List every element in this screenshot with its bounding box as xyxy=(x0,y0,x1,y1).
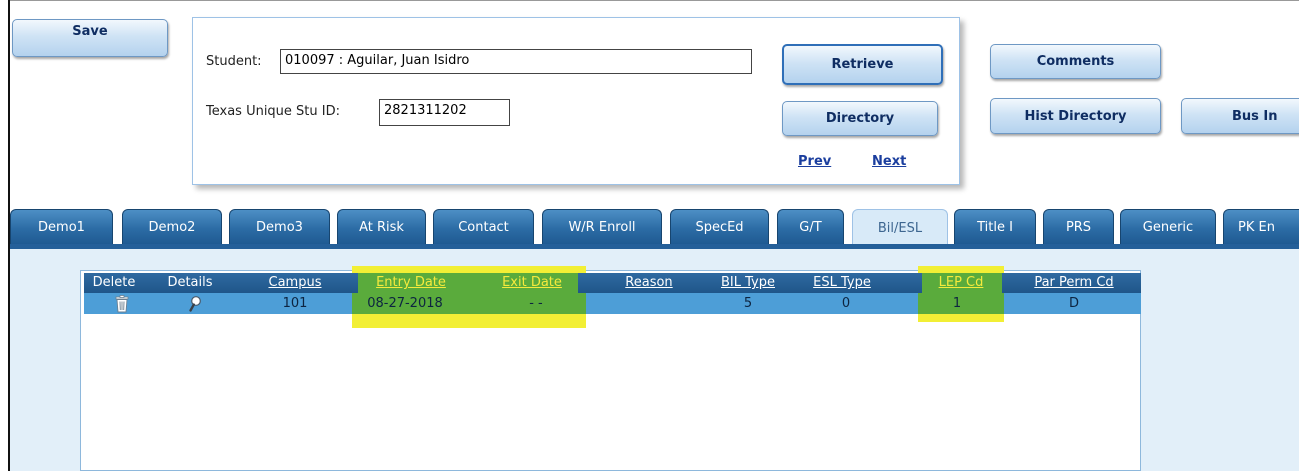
window-top-border xyxy=(8,0,1299,1)
directory-button[interactable]: Directory xyxy=(782,101,938,136)
magnifier-icon[interactable] xyxy=(188,295,204,313)
retrieve-button[interactable]: Retrieve xyxy=(782,44,943,85)
reason-cell xyxy=(614,293,684,314)
column-header-campus[interactable]: Campus xyxy=(260,273,330,293)
par-perm-cd-cell: D xyxy=(1068,296,1079,311)
column-header-lep-cd[interactable]: LEP Cd xyxy=(926,273,996,293)
esl-type-cell: 0 xyxy=(841,296,851,311)
column-header-bil-type[interactable]: BIL Type xyxy=(708,273,788,293)
tab-demo1[interactable]: Demo1 xyxy=(10,209,113,244)
tab-demo3[interactable]: Demo3 xyxy=(229,209,330,244)
column-header-reason[interactable]: Reason xyxy=(614,273,684,293)
student-field[interactable]: 010097 : Aguilar, Juan Isidro xyxy=(280,49,752,74)
prev-link[interactable]: Prev xyxy=(798,154,831,169)
tab-speced[interactable]: SpecEd xyxy=(670,209,769,244)
texas-id-field[interactable]: 2821311202 xyxy=(379,99,510,126)
next-link[interactable]: Next xyxy=(872,154,906,169)
comments-button[interactable]: Comments xyxy=(990,44,1161,79)
table-row[interactable]: 101 08-27-2018 - - 5 0 1 D xyxy=(84,293,1141,314)
student-label: Student: xyxy=(206,54,262,69)
lep-cd-cell: 1 xyxy=(952,296,962,311)
tab-at-risk[interactable]: At Risk xyxy=(337,209,426,244)
tab-wr-enroll[interactable]: W/R Enroll xyxy=(542,209,662,244)
column-header-entry-date[interactable]: Entry Date xyxy=(366,273,456,293)
column-header-delete: Delete xyxy=(92,275,136,290)
hist-directory-button[interactable]: Hist Directory xyxy=(990,98,1161,134)
texas-id-label: Texas Unique Stu ID: xyxy=(206,104,340,119)
entry-date-cell: 08-27-2018 xyxy=(367,296,443,311)
bus-info-button[interactable]: Bus In xyxy=(1181,98,1299,134)
tab-generic[interactable]: Generic xyxy=(1120,209,1216,244)
tab-title-i[interactable]: Title I xyxy=(954,209,1036,244)
column-header-details: Details xyxy=(167,275,213,290)
tab-gt[interactable]: G/T xyxy=(777,209,844,244)
bil-type-cell: 5 xyxy=(743,296,753,311)
tab-contact[interactable]: Contact xyxy=(433,209,534,244)
tab-bil-esl[interactable]: Bil/ESL xyxy=(852,209,948,246)
trash-icon[interactable] xyxy=(114,295,130,313)
details-cell[interactable] xyxy=(178,293,214,314)
column-header-esl-type[interactable]: ESL Type xyxy=(802,273,882,293)
exit-date-cell: - - xyxy=(529,296,543,311)
grid-header: Delete Details Campus Entry Date Exit Da… xyxy=(84,273,1141,293)
column-header-exit-date[interactable]: Exit Date xyxy=(492,273,572,293)
column-header-par-perm-cd[interactable]: Par Perm Cd xyxy=(1019,273,1129,293)
delete-cell[interactable] xyxy=(104,293,140,314)
tab-prs[interactable]: PRS xyxy=(1043,209,1114,244)
save-button[interactable]: Save xyxy=(12,19,168,57)
tab-demo2[interactable]: Demo2 xyxy=(122,209,222,244)
campus-cell: 101 xyxy=(282,296,308,311)
tab-bar: Demo1 Demo2 Demo3 At Risk Contact W/R En… xyxy=(10,209,1299,246)
tab-pk-enroll[interactable]: PK En xyxy=(1223,209,1299,244)
